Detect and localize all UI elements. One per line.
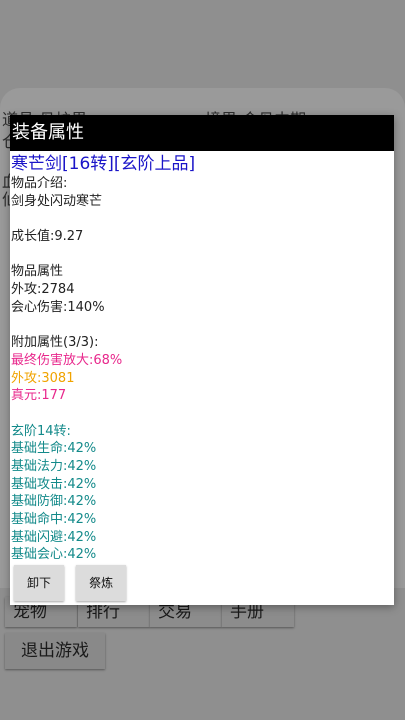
tier-stat-evasion: 基础闪避:42% — [11, 529, 97, 545]
growth-value: 成长值:9.27 — [11, 229, 84, 245]
tier-stat-hp: 基础生命:42% — [11, 441, 97, 457]
extra-heading: 附加属性(3/3): — [11, 335, 99, 351]
intro-label: 物品介绍: — [11, 176, 68, 191]
dialog-title: 装备属性 — [10, 115, 394, 151]
tier-stat-attack: 基础攻击:42% — [11, 476, 97, 492]
extra-true-essence: 真元:177 — [11, 388, 67, 404]
dialog-content[interactable]: 寒芒剑[16转][玄阶上品] 物品介绍: 剑身处闪动寒芒 成长值:9.27 物品… — [10, 151, 394, 564]
tier-stat-crit: 基础会心:42% — [11, 547, 97, 563]
extra-attack: 外攻:3081 — [11, 370, 75, 386]
tier-stat-accuracy: 基础命中:42% — [11, 512, 97, 528]
dialog-actions: 卸下 祭炼 — [14, 565, 133, 601]
item-name: 寒芒剑[16转][玄阶上品] — [11, 154, 196, 174]
attr-attack: 外攻:2784 — [11, 282, 75, 298]
tier-stat-defense: 基础防御:42% — [11, 494, 97, 510]
tier-stat-mana: 基础法力:42% — [11, 459, 97, 474]
attr-crit: 会心伤害:140% — [11, 299, 105, 315]
exit-game-button[interactable]: 退出游戏 — [5, 633, 105, 669]
unequip-button[interactable]: 卸下 — [14, 565, 65, 601]
refine-button[interactable]: 祭炼 — [76, 565, 127, 601]
equipment-dialog: 装备属性 寒芒剑[16转][玄阶上品] 物品介绍: 剑身处闪动寒芒 成长值:9.… — [10, 115, 394, 605]
attr-heading: 物品属性 — [11, 264, 64, 280]
intro-text: 剑身处闪动寒芒 — [11, 193, 103, 209]
extra-final-damage: 最终伤害放大:68% — [11, 352, 123, 368]
tier-heading: 玄阶14转: — [11, 423, 71, 439]
